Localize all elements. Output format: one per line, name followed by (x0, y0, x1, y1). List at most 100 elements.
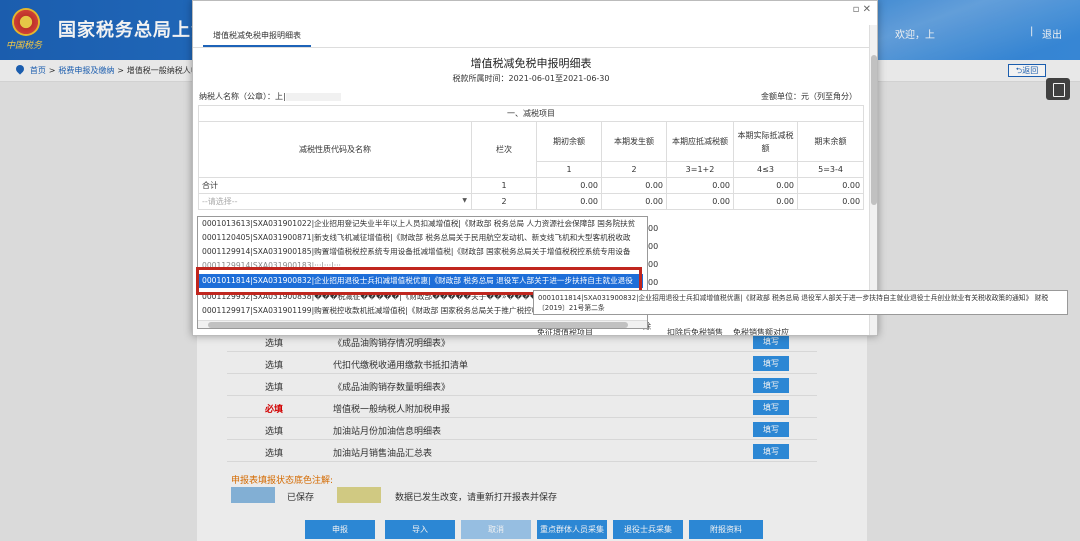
scrollbar-thumb[interactable] (871, 55, 877, 205)
tab-tax-reduction-detail[interactable]: 增值税减免税申报明细表 (203, 27, 311, 47)
taxpayer-label: 纳税人名称（公章）：上| (199, 92, 286, 101)
minimize-icon[interactable]: ▫ (853, 4, 860, 15)
cancel-button[interactable]: 取消 (461, 520, 531, 539)
legend-changed-swatch (337, 487, 381, 503)
cell-input[interactable]: 0.00 (536, 193, 602, 210)
cell-value: 0.00 (536, 177, 602, 194)
breadcrumb-home[interactable]: 首页 (30, 66, 46, 75)
row-form-name: 加油站月销售油品汇总表 (333, 449, 433, 459)
row-requirement: 选填 (265, 339, 284, 349)
emblem-caption: 中国税务 (6, 41, 43, 51)
form-row-2: 选填 代扣代缴税收通用缴款书抵扣清单 填写 (227, 352, 817, 374)
row-form-name: 《成品油购销存情况明细表》 (333, 339, 451, 349)
partial-value: 00 (648, 224, 659, 233)
cell-value: 0.00 (733, 177, 798, 194)
key-group-collect-button[interactable]: 重点群体人员采集 (537, 520, 607, 539)
col-opening-header: 期初余额 (536, 121, 602, 162)
back-button[interactable]: ⮌返回 (1008, 64, 1046, 77)
col-formula: 4≤3 (733, 161, 798, 178)
form-list-area: 选填 《成品油购销存情况明细表》 填写 选填 代扣代缴税收通用缴款书抵扣清单 填… (197, 330, 867, 541)
breadcrumb-current: 增值税一般纳税人申 (126, 66, 199, 75)
veteran-collect-button[interactable]: 退役士兵采集 (613, 520, 683, 539)
row-requirement: 选填 (265, 361, 284, 371)
row-requirement: 选填 (265, 383, 284, 393)
import-button[interactable]: 导入 (385, 520, 455, 539)
breadcrumb-tax-filing[interactable]: 税费申报及缴纳 (58, 66, 114, 75)
fill-button[interactable]: 填写 (753, 356, 789, 371)
breadcrumb-separator: > (48, 66, 56, 75)
legend-saved-swatch (231, 487, 275, 503)
form-row-4: 必填 增值税一般纳税人附加税申报 填写 (227, 396, 817, 418)
vertical-scrollbar[interactable] (869, 25, 877, 335)
fill-button[interactable]: 填写 (753, 400, 789, 415)
legend-changed-label: 数据已发生改变，请重新打开报表并保存 (395, 493, 558, 503)
fill-button[interactable]: 填写 (753, 378, 789, 393)
row-requirement: 选填 (265, 449, 284, 459)
dropdown-option[interactable]: 0001013613|SXA031901022|企业招用登记失业半年以上人员扣减… (198, 217, 643, 231)
row-form-name: 加油站月份加油信息明细表 (333, 427, 442, 437)
close-icon[interactable]: ✕ (863, 4, 871, 15)
legend-saved-label: 已保存 (287, 493, 315, 503)
reduction-table: 一、减税项目 减税性质代码及名称 栏次 期初余额 本期发生额 本期应抵减税额 本… (197, 105, 865, 210)
row-form-name: 代扣代缴税收通用缴款书抵扣清单 (333, 361, 469, 371)
row-form-name: 《成品油购销存数量明细表》 (333, 383, 451, 393)
cell-input[interactable]: 0.00 (601, 193, 667, 210)
cell-value: 0.00 (796, 177, 865, 194)
row-name: 合计 (198, 177, 472, 194)
row-requirement: 选填 (265, 427, 284, 437)
cell-value: 0.00 (601, 177, 667, 194)
form-row-3: 选填 《成品油购销存数量明细表》 填写 (227, 374, 817, 396)
window-controls: ▫ ✕ (853, 4, 871, 15)
col-current-header: 本期发生额 (601, 121, 667, 162)
col-actual-header: 本期实际抵减税额 (733, 121, 798, 162)
horizontal-scrollbar[interactable] (198, 320, 647, 328)
table-row: 合计 1 0.00 0.00 0.00 0.00 0.00 (198, 177, 865, 194)
col-formula: 3=1+2 (666, 161, 734, 178)
tab-divider (193, 47, 877, 48)
fill-button[interactable]: 填写 (753, 422, 789, 437)
section-title: 一、减税项目 (197, 105, 865, 122)
form-title: 增值税减免税申报明细表 (470, 57, 592, 70)
partial-value: 00 (648, 278, 659, 287)
row-requirement-required: 必填 (265, 405, 284, 415)
tax-emblem-logo (12, 8, 40, 36)
col-closing-header: 期末余额 (796, 121, 865, 162)
col-code-header: 减税性质代码及名称 (198, 121, 472, 178)
breadcrumb-separator: > (117, 66, 124, 75)
welcome-text: 欢迎，上 (895, 30, 935, 41)
cell-input[interactable]: 0.00 (796, 193, 865, 210)
scrollbar-thumb[interactable] (208, 322, 628, 328)
submit-button[interactable]: 申报 (305, 520, 375, 539)
reduction-code-select[interactable]: --请选择-- (198, 193, 472, 210)
dropdown-option[interactable]: 0001129914|SXA031900183|···|···|··· (198, 259, 643, 273)
dropdown-option[interactable]: 0001129914|SXA031900185|购置增值税税控系统专用设备抵减增… (198, 245, 643, 259)
cell-input[interactable]: 0.00 (666, 193, 734, 210)
row-number: 1 (471, 177, 537, 194)
header-separator: | (1030, 26, 1034, 37)
dropdown-option-selected[interactable]: 0001011814|SXA031900832|企业招用退役士兵扣减增值税优惠|… (198, 274, 643, 288)
partial-value: 00 (648, 260, 659, 269)
dropdown-option[interactable]: 0001120405|SXA031900871|新支线飞机减征增值税|《财政部 … (198, 231, 643, 245)
tax-period: 税款所属时间：2021-06-01至2021-06-30 (452, 74, 610, 83)
location-pin-icon (14, 63, 26, 75)
sub-header-label: 免税销售额对应 (733, 328, 789, 336)
side-panel-icon[interactable] (1046, 78, 1070, 100)
cell-value: 0.00 (666, 177, 734, 194)
back-button-label: 返回 (1022, 66, 1039, 75)
fill-button[interactable]: 填写 (753, 334, 789, 349)
attachments-button[interactable]: 附报资料 (689, 520, 763, 539)
exit-link[interactable]: 退出 (1042, 26, 1062, 41)
amount-unit: 金额单位：元（列至角分） (761, 92, 857, 101)
legend-title: 申报表填报状态底色注解: (231, 476, 334, 486)
cell-input[interactable]: 0.00 (733, 193, 798, 210)
sub-header-label: 扣除后免税销售 (667, 328, 723, 336)
partial-value: 00 (648, 242, 659, 251)
fill-button[interactable]: 填写 (753, 444, 789, 459)
col-formula: 2 (601, 161, 667, 178)
option-tooltip: 0001011814|SXA031900832|企业招用退役士兵扣减增值税优惠|… (533, 290, 1068, 315)
form-row-5: 选填 加油站月份加油信息明细表 填写 (227, 418, 817, 440)
table-row: --请选择-- 2 0.00 0.00 0.00 0.00 0.00 (198, 193, 865, 210)
row-number: 2 (471, 193, 537, 210)
col-formula: 1 (536, 161, 602, 178)
redacted-name (285, 92, 341, 101)
